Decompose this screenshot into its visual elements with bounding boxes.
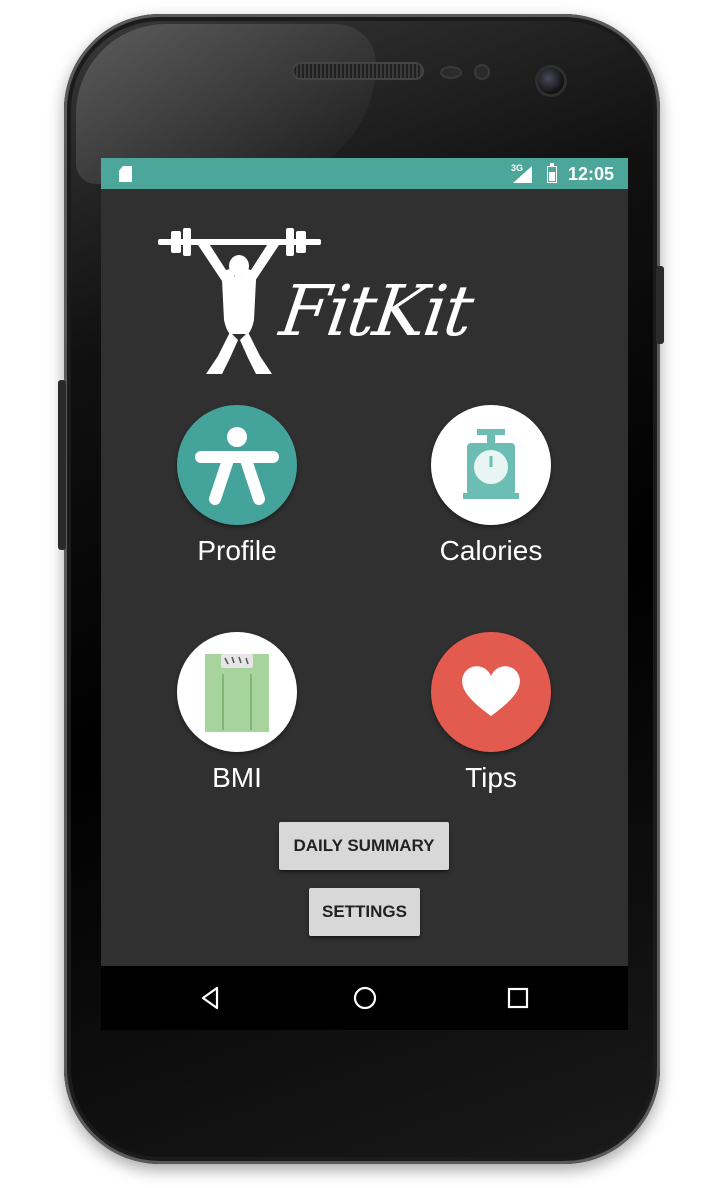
- status-bar: 3G 12:05: [101, 158, 628, 189]
- navigation-bar: [101, 966, 628, 1030]
- profile-tile[interactable]: Profile: [157, 405, 317, 567]
- app-screen: 3G 12:05 FitKit Profile Calories BMI Tip…: [101, 158, 628, 966]
- earpiece-speaker: [294, 64, 422, 78]
- recents-icon[interactable]: [504, 984, 532, 1012]
- bmi-tile[interactable]: BMI: [157, 632, 317, 794]
- bmi-label: BMI: [212, 762, 262, 793]
- home-icon[interactable]: [351, 984, 379, 1012]
- calories-icon-circle: [431, 405, 551, 525]
- calories-label: Calories: [439, 535, 543, 566]
- daily-summary-button[interactable]: DAILY SUMMARY: [279, 822, 449, 870]
- tips-tile[interactable]: Tips: [411, 632, 571, 794]
- front-camera-icon: [538, 68, 564, 94]
- app-logo-text: FitKit: [275, 270, 477, 352]
- bathroom-scale-icon: [205, 654, 269, 732]
- kitchen-scale-icon: [463, 429, 519, 499]
- network-type: 3G: [511, 163, 524, 173]
- profile-label: Profile: [197, 535, 277, 566]
- status-time: 12:05: [568, 164, 615, 184]
- bmi-icon-circle: [177, 632, 297, 752]
- light-sensor: [476, 66, 488, 78]
- person-icon: [195, 427, 279, 505]
- power-button[interactable]: [656, 266, 664, 344]
- battery-icon: [547, 163, 557, 183]
- tips-label: Tips: [465, 762, 517, 793]
- tips-icon-circle: [431, 632, 551, 752]
- profile-icon-circle: [177, 405, 297, 525]
- heart-icon: [462, 666, 520, 716]
- proximity-sensor: [442, 68, 460, 77]
- settings-button[interactable]: SETTINGS: [309, 888, 420, 936]
- calories-tile[interactable]: Calories: [411, 405, 571, 567]
- back-icon[interactable]: [197, 984, 225, 1012]
- volume-button[interactable]: [58, 380, 66, 550]
- sd-card-icon: [119, 166, 132, 182]
